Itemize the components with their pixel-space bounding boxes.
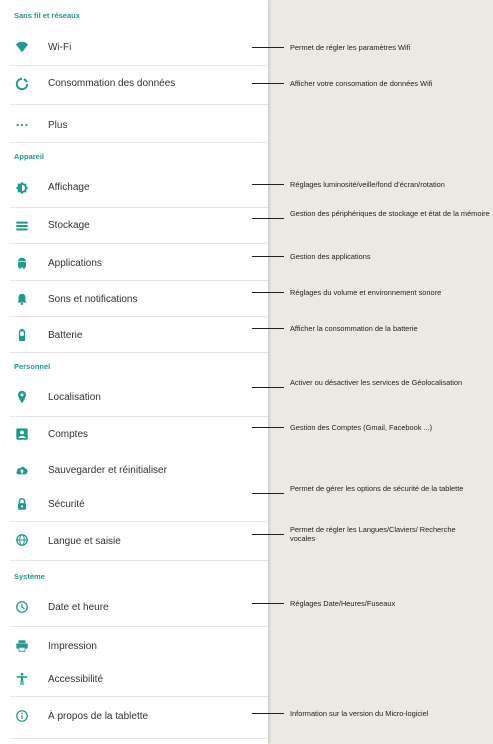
settings-item-language[interactable]: Langue et saisie (0, 524, 268, 558)
cloud-upload-icon (14, 462, 30, 478)
annotation-leader-storage (252, 218, 284, 219)
annotation-leader-data-usage (252, 83, 284, 84)
settings-item-display[interactable]: Affichage (0, 170, 268, 206)
annotation-leader-wifi (252, 47, 284, 48)
settings-item-more[interactable]: Plus (0, 108, 268, 142)
annotation-leader-language (252, 534, 284, 535)
settings-item-label: Langue et saisie (48, 536, 121, 547)
info-icon (14, 708, 30, 724)
settings-item-sound[interactable]: Sons et notifications (0, 282, 268, 316)
annotation-security: Permet de gérer les options de sécurité … (290, 484, 464, 493)
settings-item-label: Batterie (48, 330, 83, 341)
annotation-leader-sound (252, 292, 284, 293)
settings-item-label: Sécurité (48, 499, 85, 510)
section-header-wireless: Sans fil et réseaux (14, 11, 80, 20)
settings-item-label: Comptes (48, 429, 89, 440)
storage-icon (14, 218, 30, 234)
settings-item-label: Stockage (48, 220, 90, 231)
settings-item-security[interactable]: Sécurité (0, 488, 268, 520)
divider (10, 280, 268, 281)
annotation-leader-display (252, 184, 284, 185)
more-dots-icon (14, 117, 30, 133)
divider (10, 104, 268, 105)
divider (10, 560, 268, 561)
annotation-leader-datetime (252, 603, 284, 604)
settings-item-about[interactable]: À propos de la tablette (0, 700, 268, 734)
settings-item-accessibility[interactable]: Accessibilité (0, 664, 268, 696)
divider (10, 416, 268, 417)
settings-item-label: Sons et notifications (48, 294, 138, 305)
annotation-leader-battery (252, 328, 284, 329)
annotation-leader-location (252, 387, 284, 388)
annotation-datetime: Réglages Date/Heures/Fuseaux (290, 599, 396, 608)
settings-item-label: Sauvegarder et réinitialiser (48, 465, 167, 476)
settings-item-datetime[interactable]: Date et heure (0, 590, 268, 626)
annotation-location: Activer ou désactiver les services de Gé… (290, 378, 463, 387)
settings-item-label: Affichage (48, 182, 90, 193)
settings-item-wifi[interactable]: Wi-Fi (0, 30, 268, 64)
globe-icon (14, 532, 30, 548)
settings-item-label: Applications (48, 258, 102, 269)
annotation-wifi: Permet de régler les paramètres Wifi (290, 43, 411, 52)
annotation-language: Permet de régler les Langues/Claviers/ R… (290, 525, 456, 543)
divider (10, 521, 268, 522)
annotation-battery: Afficher la consommation de la batterie (290, 324, 418, 333)
section-header-personal: Personnel (14, 362, 51, 371)
annotation-accounts: Gestion des Comptes (Gmail, Facebook ...… (290, 423, 433, 432)
annotation-sound: Réglages du volume et environnement sono… (290, 288, 442, 297)
annotation-data-usage: Afficher votre consomation de données Wi… (290, 79, 433, 88)
settings-item-storage[interactable]: Stockage (0, 208, 268, 244)
annotation-leader-apps (252, 256, 284, 257)
divider (10, 696, 268, 697)
settings-panel: Sans fil et réseaux Wi-Fi Consommation d… (0, 0, 268, 744)
annotation-storage: Gestion des périphériques de stockage et… (290, 209, 490, 218)
settings-item-backup[interactable]: Sauvegarder et réinitialiser (0, 456, 268, 486)
battery-icon (14, 327, 30, 343)
settings-item-label: Date et heure (48, 602, 109, 613)
settings-item-battery[interactable]: Batterie (0, 318, 268, 352)
settings-item-data-usage[interactable]: Consommation des données (0, 66, 268, 102)
settings-item-printing[interactable]: Impression (0, 630, 268, 662)
bell-icon (14, 291, 30, 307)
annotation-about: Information sur la version du Micro-logi… (290, 709, 429, 718)
annotation-leader-about (252, 713, 284, 714)
settings-item-label: Consommation des données (48, 78, 176, 89)
section-header-device: Appareil (14, 152, 45, 161)
accessibility-icon (14, 671, 30, 687)
settings-item-label: Plus (48, 120, 68, 131)
annotation-display: Réglages luminosité/veille/fond d’écran/… (290, 180, 445, 189)
settings-item-applications[interactable]: Applications (0, 246, 268, 280)
settings-item-accounts[interactable]: Comptes (0, 418, 268, 452)
clock-icon (14, 599, 30, 615)
divider (10, 316, 268, 317)
divider (10, 243, 268, 244)
divider (10, 738, 268, 739)
account-box-icon (14, 426, 30, 442)
divider (10, 142, 268, 143)
settings-item-label: À propos de la tablette (48, 711, 149, 722)
settings-item-label: Wi-Fi (48, 42, 72, 53)
settings-item-label: Localisation (48, 392, 101, 403)
settings-item-label: Impression (48, 641, 97, 652)
annotation-leader-accounts (252, 427, 284, 428)
section-header-system: Système (14, 572, 45, 581)
lock-icon (14, 496, 30, 512)
wifi-icon (14, 39, 30, 55)
divider (10, 352, 268, 353)
brightness-icon (14, 180, 30, 196)
divider (10, 626, 268, 627)
printer-icon (14, 638, 30, 654)
annotation-apps: Gestion des applications (290, 252, 371, 261)
settings-item-label: Accessibilité (48, 674, 104, 685)
android-icon (14, 255, 30, 271)
location-pin-icon (14, 389, 30, 405)
annotation-leader-security (252, 493, 284, 494)
data-usage-icon (14, 76, 30, 92)
settings-item-location[interactable]: Localisation (0, 380, 268, 416)
